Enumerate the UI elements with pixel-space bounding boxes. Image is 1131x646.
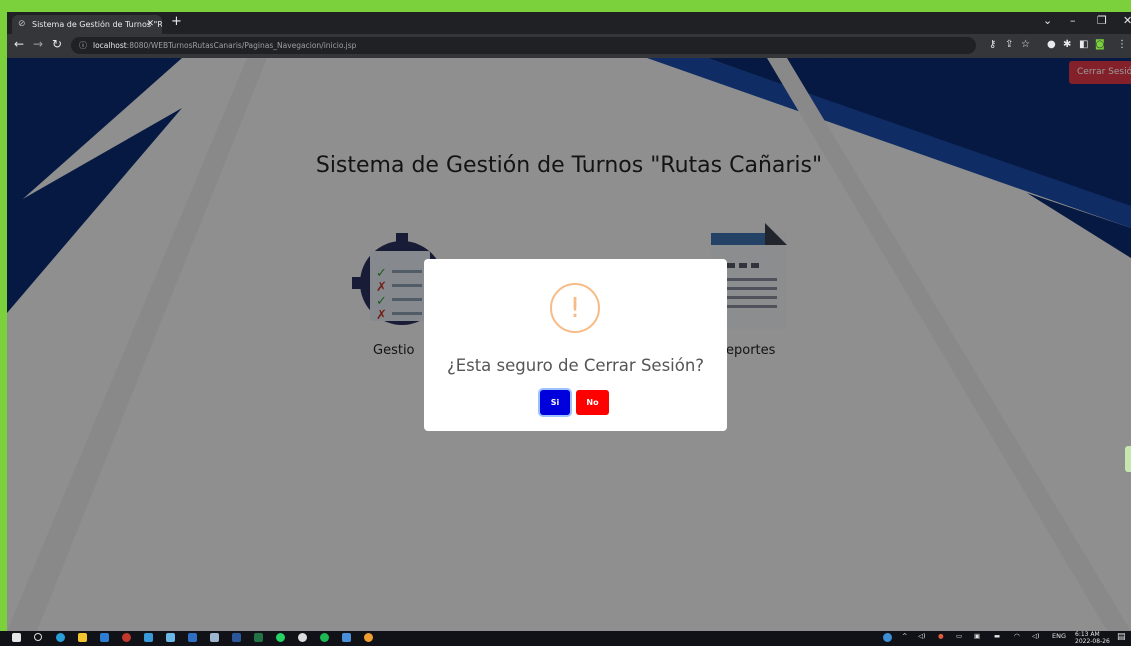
url-path: :8080/WEBTurnosRutasCanaris/Paginas_Nave… bbox=[126, 41, 357, 50]
tray-time: 6:13 AM bbox=[1075, 631, 1100, 638]
search-icon[interactable] bbox=[34, 633, 42, 641]
app-icon-3[interactable] bbox=[188, 633, 197, 642]
notifications-icon[interactable]: ▤ bbox=[1117, 632, 1126, 642]
tray-audio-icon[interactable]: ◁) bbox=[918, 632, 926, 640]
dialog-question: ¿Esta seguro de Cerrar Sesión? bbox=[446, 356, 705, 375]
maximize-icon[interactable]: ❐ bbox=[1097, 14, 1107, 27]
tray-language[interactable]: ENG bbox=[1052, 632, 1066, 640]
screen: ⊘ Sistema de Gestión de Turnos "R ✕ + ⌄ … bbox=[0, 0, 1131, 646]
tab-strip: ⊘ Sistema de Gestión de Turnos "R ✕ + ⌄ … bbox=[7, 12, 1131, 34]
tray-clock[interactable]: 6:13 AM 2022-08-26 bbox=[1075, 631, 1110, 645]
opera-icon[interactable] bbox=[122, 633, 131, 642]
browser-toolbar: ← → ↻ ⓘ localhost:8080/WEBTurnosRutasCan… bbox=[7, 34, 1131, 58]
url-host: localhost bbox=[93, 41, 127, 50]
forward-icon[interactable]: → bbox=[33, 37, 43, 51]
extensions-puzzle-icon[interactable]: ✱ bbox=[1063, 39, 1071, 50]
windows-taskbar: ^ ◁) ● ▭ ▣ ▬ ◠ ◁) ENG 6:13 AM 2022-08-26… bbox=[0, 631, 1131, 646]
mail-icon[interactable] bbox=[100, 633, 109, 642]
minimize-icon[interactable]: – bbox=[1070, 14, 1076, 27]
back-icon[interactable]: ← bbox=[14, 37, 24, 51]
bookmark-star-icon[interactable]: ☆ bbox=[1021, 39, 1030, 50]
page-favicon-icon: ⊘ bbox=[18, 19, 26, 29]
tray-app-icon[interactable] bbox=[883, 633, 892, 642]
profile-icon[interactable]: ◙ bbox=[1095, 39, 1105, 50]
file-explorer-icon[interactable] bbox=[78, 633, 87, 642]
tray-antivirus-icon[interactable]: ● bbox=[938, 632, 944, 640]
tray-network-icon[interactable]: ▣ bbox=[974, 632, 980, 640]
spotify-icon[interactable] bbox=[320, 633, 329, 642]
settings-icon[interactable] bbox=[298, 633, 307, 642]
word-icon[interactable] bbox=[232, 633, 241, 642]
app-icon-4[interactable] bbox=[210, 633, 219, 642]
share-icon[interactable]: ⇪ bbox=[1005, 39, 1013, 50]
site-info-icon[interactable]: ⓘ bbox=[79, 37, 87, 54]
tray-battery-icon[interactable]: ▬ bbox=[994, 632, 1000, 640]
chrome-icon[interactable] bbox=[364, 633, 373, 642]
menu-kebab-icon[interactable]: ⋮ bbox=[1117, 39, 1127, 50]
extension-shield-icon[interactable]: ● bbox=[1047, 39, 1056, 50]
start-icon[interactable] bbox=[12, 633, 21, 642]
browser-tab[interactable]: ⊘ Sistema de Gestión de Turnos "R ✕ bbox=[12, 15, 162, 34]
window-border-left bbox=[0, 0, 7, 646]
side-panel-icon[interactable]: ◧ bbox=[1079, 39, 1088, 50]
confirm-logout-dialog: ! ¿Esta seguro de Cerrar Sesión? Si No bbox=[424, 259, 727, 431]
password-key-icon[interactable]: ⚷ bbox=[989, 39, 996, 50]
tray-date: 2022-08-26 bbox=[1075, 638, 1110, 645]
warning-icon: ! bbox=[550, 283, 600, 333]
tray-wifi-icon[interactable]: ◠ bbox=[1014, 632, 1020, 640]
window-border bbox=[0, 0, 1131, 12]
logout-button[interactable]: Cerrar Sesión bbox=[1069, 61, 1131, 84]
new-tab-icon[interactable]: + bbox=[171, 14, 182, 29]
tab-title: Sistema de Gestión de Turnos "R bbox=[32, 20, 162, 29]
excel-icon[interactable] bbox=[254, 633, 263, 642]
tray-chevron-icon[interactable]: ^ bbox=[902, 632, 907, 640]
confirm-no-button[interactable]: No bbox=[576, 390, 609, 415]
tray-volume-icon[interactable]: ◁) bbox=[1032, 632, 1040, 640]
whatsapp-icon[interactable] bbox=[276, 633, 285, 642]
tray-display-icon[interactable]: ▭ bbox=[956, 632, 962, 640]
close-window-icon[interactable]: ✕ bbox=[1123, 14, 1131, 27]
reload-icon[interactable]: ↻ bbox=[52, 37, 62, 51]
confirm-yes-button[interactable]: Si bbox=[540, 390, 570, 415]
tab-search-icon[interactable]: ⌄ bbox=[1043, 14, 1052, 27]
side-extension-tab[interactable] bbox=[1125, 446, 1131, 472]
app-icon-5[interactable] bbox=[342, 633, 351, 642]
app-icon-2[interactable] bbox=[166, 633, 175, 642]
edge-icon[interactable] bbox=[56, 633, 65, 642]
app-icon-1[interactable] bbox=[144, 633, 153, 642]
close-tab-icon[interactable]: ✕ bbox=[146, 15, 154, 34]
address-bar[interactable]: ⓘ localhost:8080/WEBTurnosRutasCanaris/P… bbox=[71, 37, 976, 54]
